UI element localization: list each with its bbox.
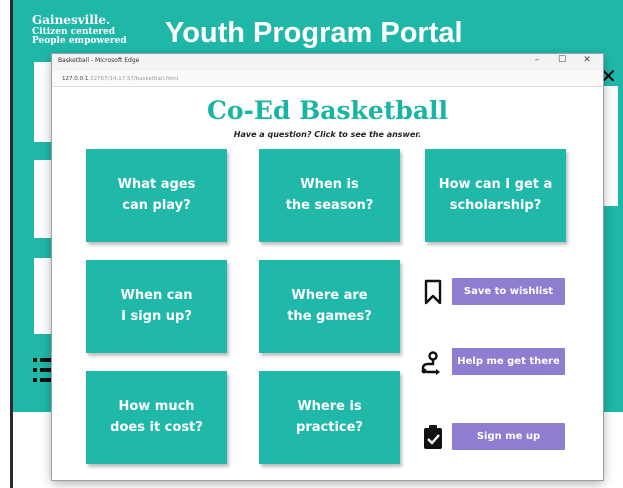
maximize-button[interactable]: ☐ bbox=[552, 55, 572, 65]
url-text: 127.0.0.1:32767/14.17.57/basketball.html bbox=[62, 76, 178, 82]
background-card bbox=[34, 62, 54, 142]
faq-tile-games[interactable]: Where are the games? bbox=[259, 260, 400, 353]
background-card bbox=[34, 258, 54, 334]
window-title: Basketball - Microsoft Edge bbox=[58, 57, 140, 64]
background-card bbox=[34, 160, 54, 238]
window-edge bbox=[10, 0, 13, 488]
brand-line-1: Gainesville. bbox=[32, 13, 111, 27]
help-me-get-there-button[interactable]: Help me get there bbox=[452, 348, 565, 375]
page-title: Co-Ed Basketball bbox=[206, 96, 449, 125]
url-path: :32767/14.17.57/basketball.html bbox=[88, 76, 179, 82]
city-logo: Gainesville. Citizen centered People emp… bbox=[32, 14, 127, 46]
faq-tile-sign-up[interactable]: When can I sign up? bbox=[86, 260, 227, 353]
window-titlebar: Basketball - Microsoft Edge – ☐ ✕ bbox=[52, 54, 603, 71]
brand-line-3: People empowered bbox=[32, 36, 127, 46]
faq-tile-ages[interactable]: What ages can play? bbox=[86, 149, 227, 242]
save-to-wishlist-button[interactable]: Save to wishlist bbox=[452, 278, 565, 305]
faq-tile-scholarship[interactable]: How can I get a scholarship? bbox=[425, 149, 566, 242]
url-host: 127.0.0.1 bbox=[62, 76, 89, 82]
minimize-button[interactable]: – bbox=[527, 55, 547, 65]
portal-title: Youth Program Portal bbox=[165, 17, 463, 49]
clipboard-check-icon bbox=[424, 425, 442, 449]
route-icon bbox=[421, 351, 440, 375]
browser-window: Basketball - Microsoft Edge – ☐ ✕ 127.0.… bbox=[52, 54, 603, 480]
faq-tile-cost[interactable]: How much does it cost? bbox=[86, 371, 227, 464]
address-bar[interactable]: 127.0.0.1:32767/14.17.57/basketball.html bbox=[52, 71, 603, 87]
faq-tile-practice[interactable]: Where is practice? bbox=[259, 371, 400, 464]
page-subtitle: Have a question? Click to see the answer… bbox=[233, 130, 422, 139]
faq-tile-season[interactable]: When is the season? bbox=[259, 149, 400, 242]
bookmark-icon bbox=[424, 279, 442, 305]
sign-me-up-button[interactable]: Sign me up bbox=[452, 423, 565, 450]
window-close-button[interactable]: ✕ bbox=[577, 55, 597, 65]
